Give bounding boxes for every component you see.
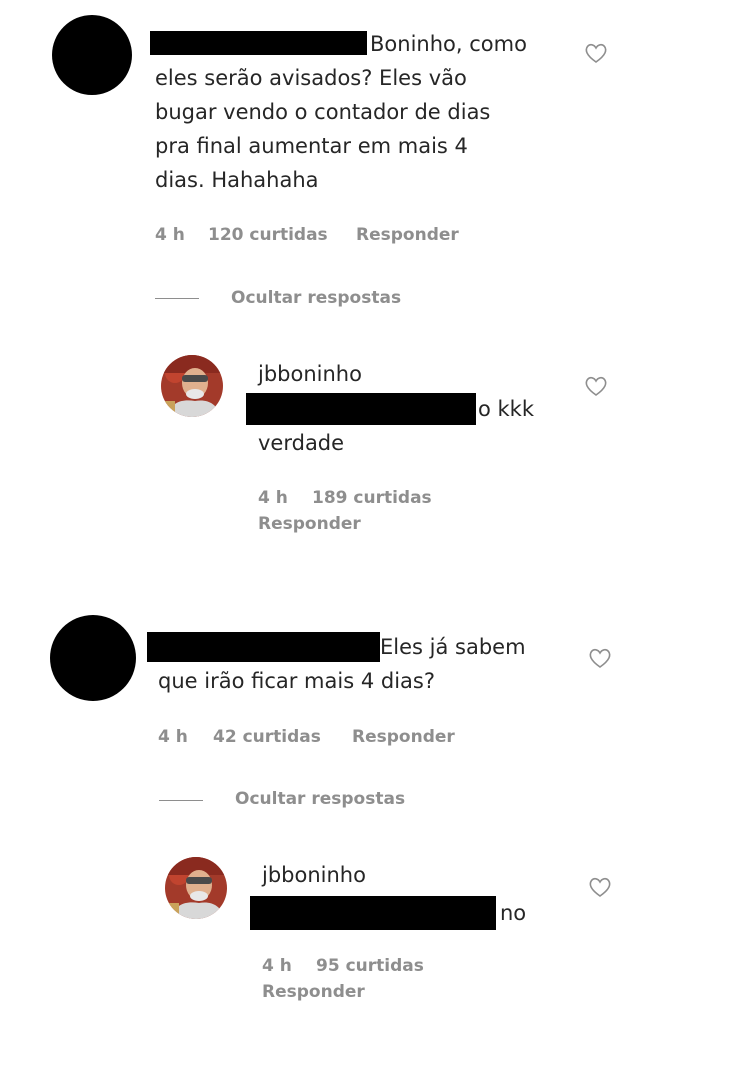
comment-text-line: bugar vendo o contador de dias (155, 100, 491, 124)
avatar[interactable] (52, 15, 132, 95)
redacted-username (150, 31, 367, 55)
reply-time: 4 h (262, 956, 292, 976)
avatar[interactable] (161, 355, 223, 417)
comment-time: 4 h (158, 727, 188, 747)
redacted-text (246, 393, 476, 425)
divider-line (155, 298, 199, 299)
likes-count[interactable]: 42 curtidas (213, 727, 321, 747)
heart-outline-icon[interactable] (584, 375, 608, 397)
likes-count[interactable]: 189 curtidas (312, 488, 432, 508)
redacted-username (147, 632, 380, 662)
reply-button[interactable]: Responder (352, 727, 455, 747)
username[interactable]: jbboninho (262, 863, 366, 887)
redacted-text (250, 896, 496, 930)
comment-text-line: dias. Hahahaha (155, 168, 319, 192)
comment-text-first-line: Boninho, como (370, 32, 527, 56)
reply-button[interactable]: Responder (356, 225, 459, 245)
comment-text-line: que irão ficar mais 4 dias? (158, 669, 435, 693)
avatar[interactable] (165, 857, 227, 919)
reply-time: 4 h (258, 488, 288, 508)
divider-line (159, 800, 203, 801)
likes-count[interactable]: 95 curtidas (316, 956, 424, 976)
heart-outline-icon[interactable] (588, 876, 612, 898)
reply-button[interactable]: Responder (262, 982, 365, 1002)
heart-outline-icon[interactable] (588, 647, 612, 669)
comment-text-line: pra final aumentar em mais 4 (155, 134, 468, 158)
avatar[interactable] (50, 615, 136, 701)
reply-text-tail: no (500, 901, 527, 925)
reply-button[interactable]: Responder (258, 514, 361, 534)
reply-text-line: verdade (258, 431, 345, 455)
comment-text-first-line: Eles já sabem (380, 635, 526, 659)
hide-replies-button[interactable]: Ocultar respostas (231, 288, 401, 308)
comment-text-line: eles serão avisados? Eles vão (155, 66, 467, 90)
comment-time: 4 h (155, 225, 185, 245)
username[interactable]: jbboninho (258, 362, 362, 386)
hide-replies-button[interactable]: Ocultar respostas (235, 789, 405, 809)
heart-outline-icon[interactable] (584, 42, 608, 64)
likes-count[interactable]: 120 curtidas (208, 225, 328, 245)
reply-text-tail: o kkk (478, 397, 535, 421)
